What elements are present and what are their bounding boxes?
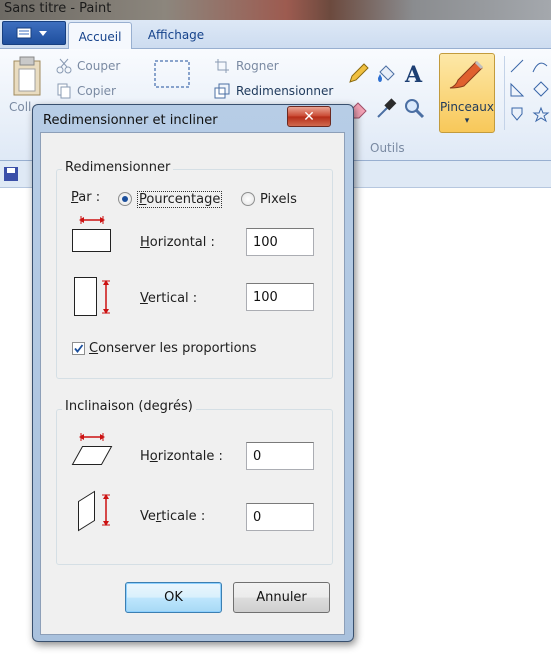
percentage-radio[interactable]: Pourcentage — [118, 190, 223, 208]
dialog-body: Redimensionner Par : Pourcentage Pixels … — [40, 132, 345, 635]
tab-home[interactable]: Accueil — [68, 22, 132, 50]
copy-button[interactable]: Copier — [56, 81, 126, 101]
window-title: Sans titre - Paint — [4, 1, 112, 16]
fill-tool[interactable] — [374, 62, 398, 86]
tools-group-label: Outils — [370, 141, 405, 155]
resize-vertical-icon — [72, 275, 116, 321]
select-button[interactable] — [150, 56, 196, 96]
crop-icon — [215, 59, 229, 73]
keep-ratio-checkbox[interactable]: Conserver les proportions — [72, 339, 257, 357]
paste-label: Coll — [9, 100, 32, 114]
copy-icon — [57, 83, 71, 99]
pencil-tool[interactable] — [346, 62, 370, 86]
selection-icon — [154, 60, 190, 88]
skew-horizontal-icon — [70, 430, 116, 470]
shape-triangle-icon — [510, 82, 525, 97]
brush-icon — [449, 60, 484, 89]
cut-icon — [56, 58, 72, 74]
copy-label: Copier — [77, 84, 116, 98]
resize-label: Redimensionner — [236, 84, 334, 98]
pixels-radio-dot — [241, 192, 255, 206]
cut-label: Couper — [77, 59, 121, 73]
pixels-label: Pixels — [260, 191, 297, 207]
percentage-radio-dot — [118, 192, 132, 206]
shape-arrow-icon — [511, 107, 523, 121]
paste-button[interactable] — [6, 55, 46, 103]
save-icon — [4, 167, 18, 181]
svg-text:A: A — [404, 62, 423, 86]
resize-group-title: Redimensionner — [62, 160, 174, 175]
by-label-text: Par : — [71, 190, 101, 205]
resize-skew-dialog: Redimensionner et incliner ✕ Redimension… — [32, 104, 354, 642]
paste-icon — [13, 56, 41, 96]
chevron-down-icon: ▾ — [464, 116, 470, 126]
color-picker-tool[interactable] — [374, 96, 398, 120]
percentage-label: Pourcentage — [137, 190, 223, 208]
shape-line-icon — [510, 59, 524, 73]
pixels-radio[interactable]: Pixels — [241, 190, 297, 208]
paint-menu-icon — [16, 27, 47, 39]
skew-vertical-label: Verticale : — [140, 509, 206, 524]
text-tool[interactable]: A — [402, 60, 426, 88]
text-icon: A — [404, 62, 423, 88]
checkbox-box — [72, 341, 85, 355]
resize-horizontal-input[interactable] — [246, 228, 314, 256]
close-icon: ✕ — [303, 108, 315, 125]
resize-vertical-label: Vertical : — [140, 291, 198, 306]
save-button[interactable] — [3, 166, 19, 182]
shape-star-icon — [532, 106, 550, 123]
brushes-label: Pinceaux — [440, 100, 494, 114]
crop-label: Rogner — [236, 59, 279, 73]
paint-menu-button[interactable] — [2, 21, 66, 45]
pencil-icon — [349, 63, 369, 83]
ok-button[interactable]: OK — [125, 582, 222, 613]
resize-vertical-input[interactable] — [246, 283, 314, 311]
by-label: Par : — [71, 190, 100, 205]
tab-view[interactable]: Affichage — [136, 22, 216, 48]
shapes-gallery[interactable] — [504, 56, 551, 130]
skew-horizontal-label: Horizontale : — [140, 449, 223, 464]
magnifier-tool[interactable] — [402, 96, 426, 120]
skew-horizontal-input[interactable] — [246, 442, 314, 470]
magnifier-icon — [405, 99, 425, 119]
brushes-button[interactable]: Pinceaux ▾ — [439, 53, 495, 133]
resize-horizontal-icon — [70, 213, 114, 255]
dialog-title: Redimensionner et incliner — [43, 113, 218, 128]
skew-vertical-icon — [76, 489, 116, 533]
color-picker-icon — [377, 98, 397, 118]
resize-icon — [214, 83, 230, 99]
shape-curve-icon — [532, 62, 548, 73]
check-icon — [74, 343, 84, 353]
resize-horizontal-label: Horizontal : — [140, 235, 215, 250]
close-button[interactable]: ✕ — [287, 106, 331, 127]
cut-button[interactable]: Couper — [56, 56, 126, 76]
cancel-button[interactable]: Annuler — [233, 582, 330, 613]
resize-button[interactable]: Redimensionner — [214, 81, 339, 101]
skew-group-title: Inclinaison (degrés) — [62, 399, 196, 414]
shape-diamond-icon — [533, 81, 549, 97]
skew-vertical-input[interactable] — [246, 503, 314, 531]
crop-button[interactable]: Rogner — [214, 56, 324, 76]
fill-icon — [378, 65, 395, 82]
keep-ratio-label: Conserver les proportions — [89, 340, 257, 356]
